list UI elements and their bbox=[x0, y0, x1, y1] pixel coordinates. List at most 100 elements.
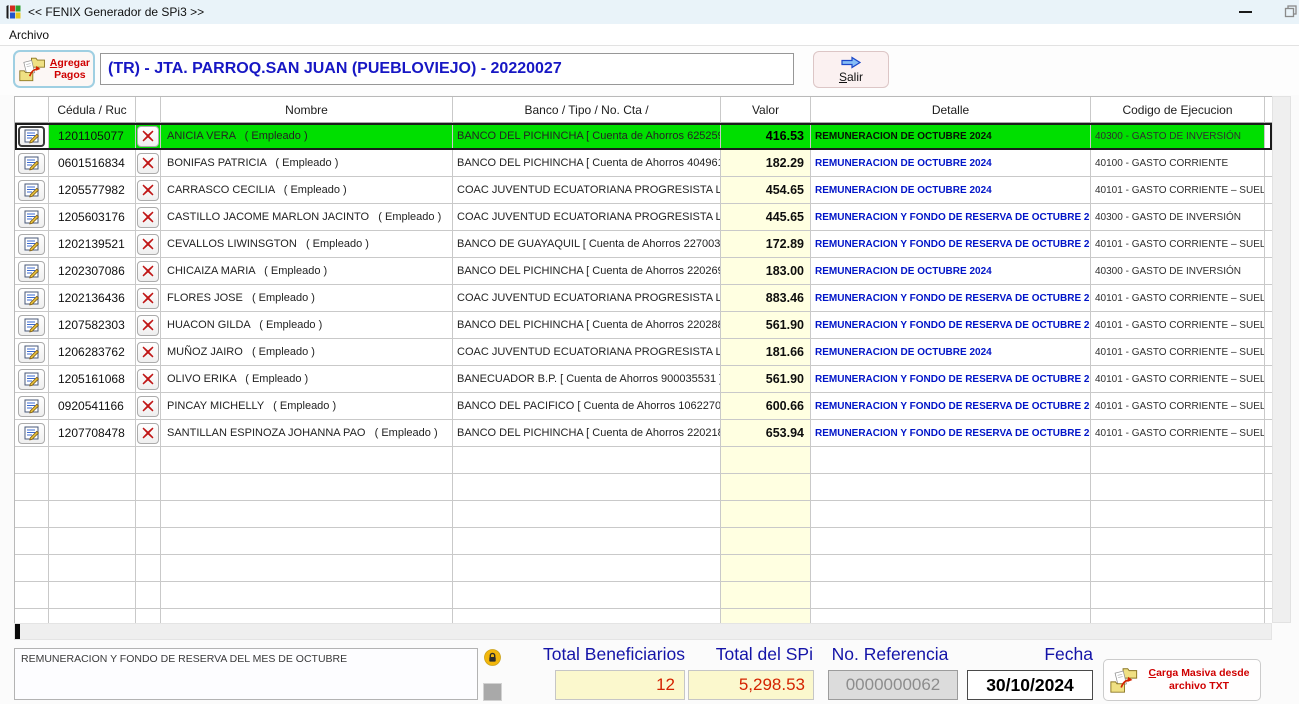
edit-row-button[interactable] bbox=[18, 423, 45, 444]
edit-row-button[interactable] bbox=[18, 396, 45, 417]
edit-row-button[interactable] bbox=[18, 234, 45, 255]
tail-cell bbox=[1265, 501, 1272, 528]
delete-row-button[interactable] bbox=[137, 396, 159, 417]
edit-row-button[interactable] bbox=[18, 207, 45, 228]
delete-row-button[interactable] bbox=[137, 342, 159, 363]
empty-table-row bbox=[15, 501, 1272, 528]
minimize-icon bbox=[1239, 11, 1252, 13]
edit-cell bbox=[15, 204, 49, 231]
codigo-cell: 40100 - GASTO CORRIENTE bbox=[1091, 150, 1265, 177]
delete-row-button[interactable] bbox=[137, 423, 159, 444]
app-window: << FENIX Generador de SPi3 >> Archivo bbox=[0, 0, 1299, 704]
table-row[interactable]: 1207582303HUACON GILDA ( Empleado )BANCO… bbox=[15, 312, 1272, 339]
table-row[interactable]: 1202307086CHICAIZA MARIA ( Empleado )BAN… bbox=[15, 258, 1272, 285]
tail-cell bbox=[1265, 150, 1272, 177]
fecha-field[interactable]: 30/10/2024 bbox=[967, 670, 1093, 700]
add-payments-label: AgregarPagos bbox=[50, 57, 90, 81]
delete-cell bbox=[136, 393, 161, 420]
detalle-cell: REMUNERACION Y FONDO DE RESERVA DE OCTUB… bbox=[811, 312, 1091, 339]
delete-cell bbox=[136, 312, 161, 339]
detalle-cell: REMUNERACION DE OCTUBRE 2024 bbox=[811, 123, 1091, 150]
delete-row-button[interactable] bbox=[137, 234, 159, 255]
table-row[interactable]: 0601516834BONIFAS PATRICIA ( Empleado )B… bbox=[15, 150, 1272, 177]
banco-cell: BANCO DE GUAYAQUIL [ Cuenta de Ahorros 2… bbox=[453, 231, 721, 258]
minimize-button[interactable] bbox=[1226, 0, 1264, 23]
exit-button[interactable]: Salir bbox=[813, 51, 889, 88]
detalle-cell: REMUNERACION DE OCTUBRE 2024 bbox=[811, 339, 1091, 366]
delete-cell bbox=[136, 258, 161, 285]
edit-cell bbox=[15, 285, 49, 312]
delete-cell bbox=[136, 204, 161, 231]
codigo-cell: 40101 - GASTO CORRIENTE – SUELDOS bbox=[1091, 339, 1265, 366]
delete-cell bbox=[136, 474, 161, 501]
edit-cell bbox=[15, 528, 49, 555]
cedula-cell: 1202307086 bbox=[49, 258, 136, 285]
header-codigo: Codigo de Ejecucion bbox=[1091, 97, 1265, 123]
restore-button[interactable] bbox=[1276, 0, 1299, 23]
nombre-cell: SANTILLAN ESPINOZA JOHANNA PAO ( Emplead… bbox=[161, 420, 453, 447]
table-row[interactable]: 1202139521CEVALLOS LIWINSGTON ( Empleado… bbox=[15, 231, 1272, 258]
edit-row-button[interactable] bbox=[18, 288, 45, 309]
header-tail bbox=[1265, 97, 1272, 123]
detalle-cell: REMUNERACION Y FONDO DE RESERVA DE OCTUB… bbox=[811, 420, 1091, 447]
table-row[interactable]: 1206283762MUÑOZ JAIRO ( Empleado )COAC J… bbox=[15, 339, 1272, 366]
nombre-cell: OLIVO ERIKA ( Empleado ) bbox=[161, 366, 453, 393]
edit-row-button[interactable] bbox=[18, 126, 45, 147]
table-row[interactable]: 1205603176CASTILLO JACOME MARLON JACINTO… bbox=[15, 204, 1272, 231]
table-row[interactable]: 1205161068OLIVO ERIKA ( Empleado )BANECU… bbox=[15, 366, 1272, 393]
delete-row-button[interactable] bbox=[137, 315, 159, 336]
nombre-cell: CASTILLO JACOME MARLON JACINTO ( Emplead… bbox=[161, 204, 453, 231]
bulk-load-txt-button[interactable]: Carga Masiva desdearchivo TXT bbox=[1103, 659, 1261, 701]
delete-row-button[interactable] bbox=[137, 288, 159, 309]
delete-row-button[interactable] bbox=[137, 207, 159, 228]
edit-row-button[interactable] bbox=[18, 153, 45, 174]
delete-cell bbox=[136, 123, 161, 150]
table-row[interactable]: 0920541166PINCAY MICHELLY ( Empleado )BA… bbox=[15, 393, 1272, 420]
observation-textarea[interactable]: REMUNERACION Y FONDO DE RESERVA DEL MES … bbox=[14, 648, 478, 700]
payments-grid: Cédula / Ruc Nombre Banco / Tipo / No. C… bbox=[14, 96, 1272, 623]
exit-label: Salir bbox=[839, 70, 863, 84]
horizontal-scrollbar-thumb[interactable] bbox=[15, 624, 20, 639]
table-row[interactable]: 1205577982CARRASCO CECILIA ( Empleado )C… bbox=[15, 177, 1272, 204]
codigo-cell: 40101 - GASTO CORRIENTE – SUELDOS bbox=[1091, 366, 1265, 393]
horizontal-scrollbar[interactable] bbox=[14, 623, 1272, 640]
menubar: Archivo bbox=[0, 24, 1299, 46]
codigo-cell: 40101 - GASTO CORRIENTE – SUELDOS bbox=[1091, 231, 1265, 258]
delete-row-button[interactable] bbox=[137, 126, 159, 147]
detalle-cell: REMUNERACION Y FONDO DE RESERVA DE OCTUB… bbox=[811, 231, 1091, 258]
table-row[interactable]: 1202136436FLORES JOSE ( Empleado )COAC J… bbox=[15, 285, 1272, 312]
detalle-cell bbox=[811, 447, 1091, 474]
codigo-cell: 40101 - GASTO CORRIENTE – SUELDOS bbox=[1091, 177, 1265, 204]
edit-record-icon bbox=[24, 129, 40, 144]
vertical-scrollbar[interactable] bbox=[1272, 96, 1291, 623]
nombre-cell bbox=[161, 582, 453, 609]
delete-row-button[interactable] bbox=[137, 261, 159, 282]
restore-icon bbox=[1284, 5, 1298, 18]
delete-row-button[interactable] bbox=[137, 180, 159, 201]
detalle-cell: REMUNERACION DE OCTUBRE 2024 bbox=[811, 177, 1091, 204]
delete-icon bbox=[142, 292, 154, 304]
edit-row-button[interactable] bbox=[18, 315, 45, 336]
delete-row-button[interactable] bbox=[137, 369, 159, 390]
edit-row-button[interactable] bbox=[18, 342, 45, 363]
edit-record-icon bbox=[24, 156, 40, 171]
add-payments-button[interactable]: AgregarPagos bbox=[13, 50, 95, 88]
edit-row-button[interactable] bbox=[18, 261, 45, 282]
nombre-cell: CHICAIZA MARIA ( Empleado ) bbox=[161, 258, 453, 285]
codigo-cell bbox=[1091, 501, 1265, 528]
nombre-cell: ANICIA VERA ( Empleado ) bbox=[161, 123, 453, 150]
table-row[interactable]: 1207708478SANTILLAN ESPINOZA JOHANNA PAO… bbox=[15, 420, 1272, 447]
delete-row-button[interactable] bbox=[137, 153, 159, 174]
app-icon bbox=[5, 4, 21, 20]
entity-input[interactable]: (TR) - JTA. PARROQ.SAN JUAN (PUEBLOVIEJO… bbox=[100, 53, 794, 85]
codigo-cell bbox=[1091, 447, 1265, 474]
edit-row-button[interactable] bbox=[18, 369, 45, 390]
codigo-cell: 40101 - GASTO CORRIENTE – SUELDOS bbox=[1091, 312, 1265, 339]
status-indicator-square bbox=[483, 683, 502, 701]
menu-item-archivo[interactable]: Archivo bbox=[0, 26, 58, 44]
tail-cell bbox=[1265, 366, 1272, 393]
edit-row-button[interactable] bbox=[18, 180, 45, 201]
delete-icon bbox=[142, 130, 154, 142]
codigo-cell bbox=[1091, 582, 1265, 609]
table-row[interactable]: 1201105077ANICIA VERA ( Empleado )BANCO … bbox=[15, 123, 1272, 150]
